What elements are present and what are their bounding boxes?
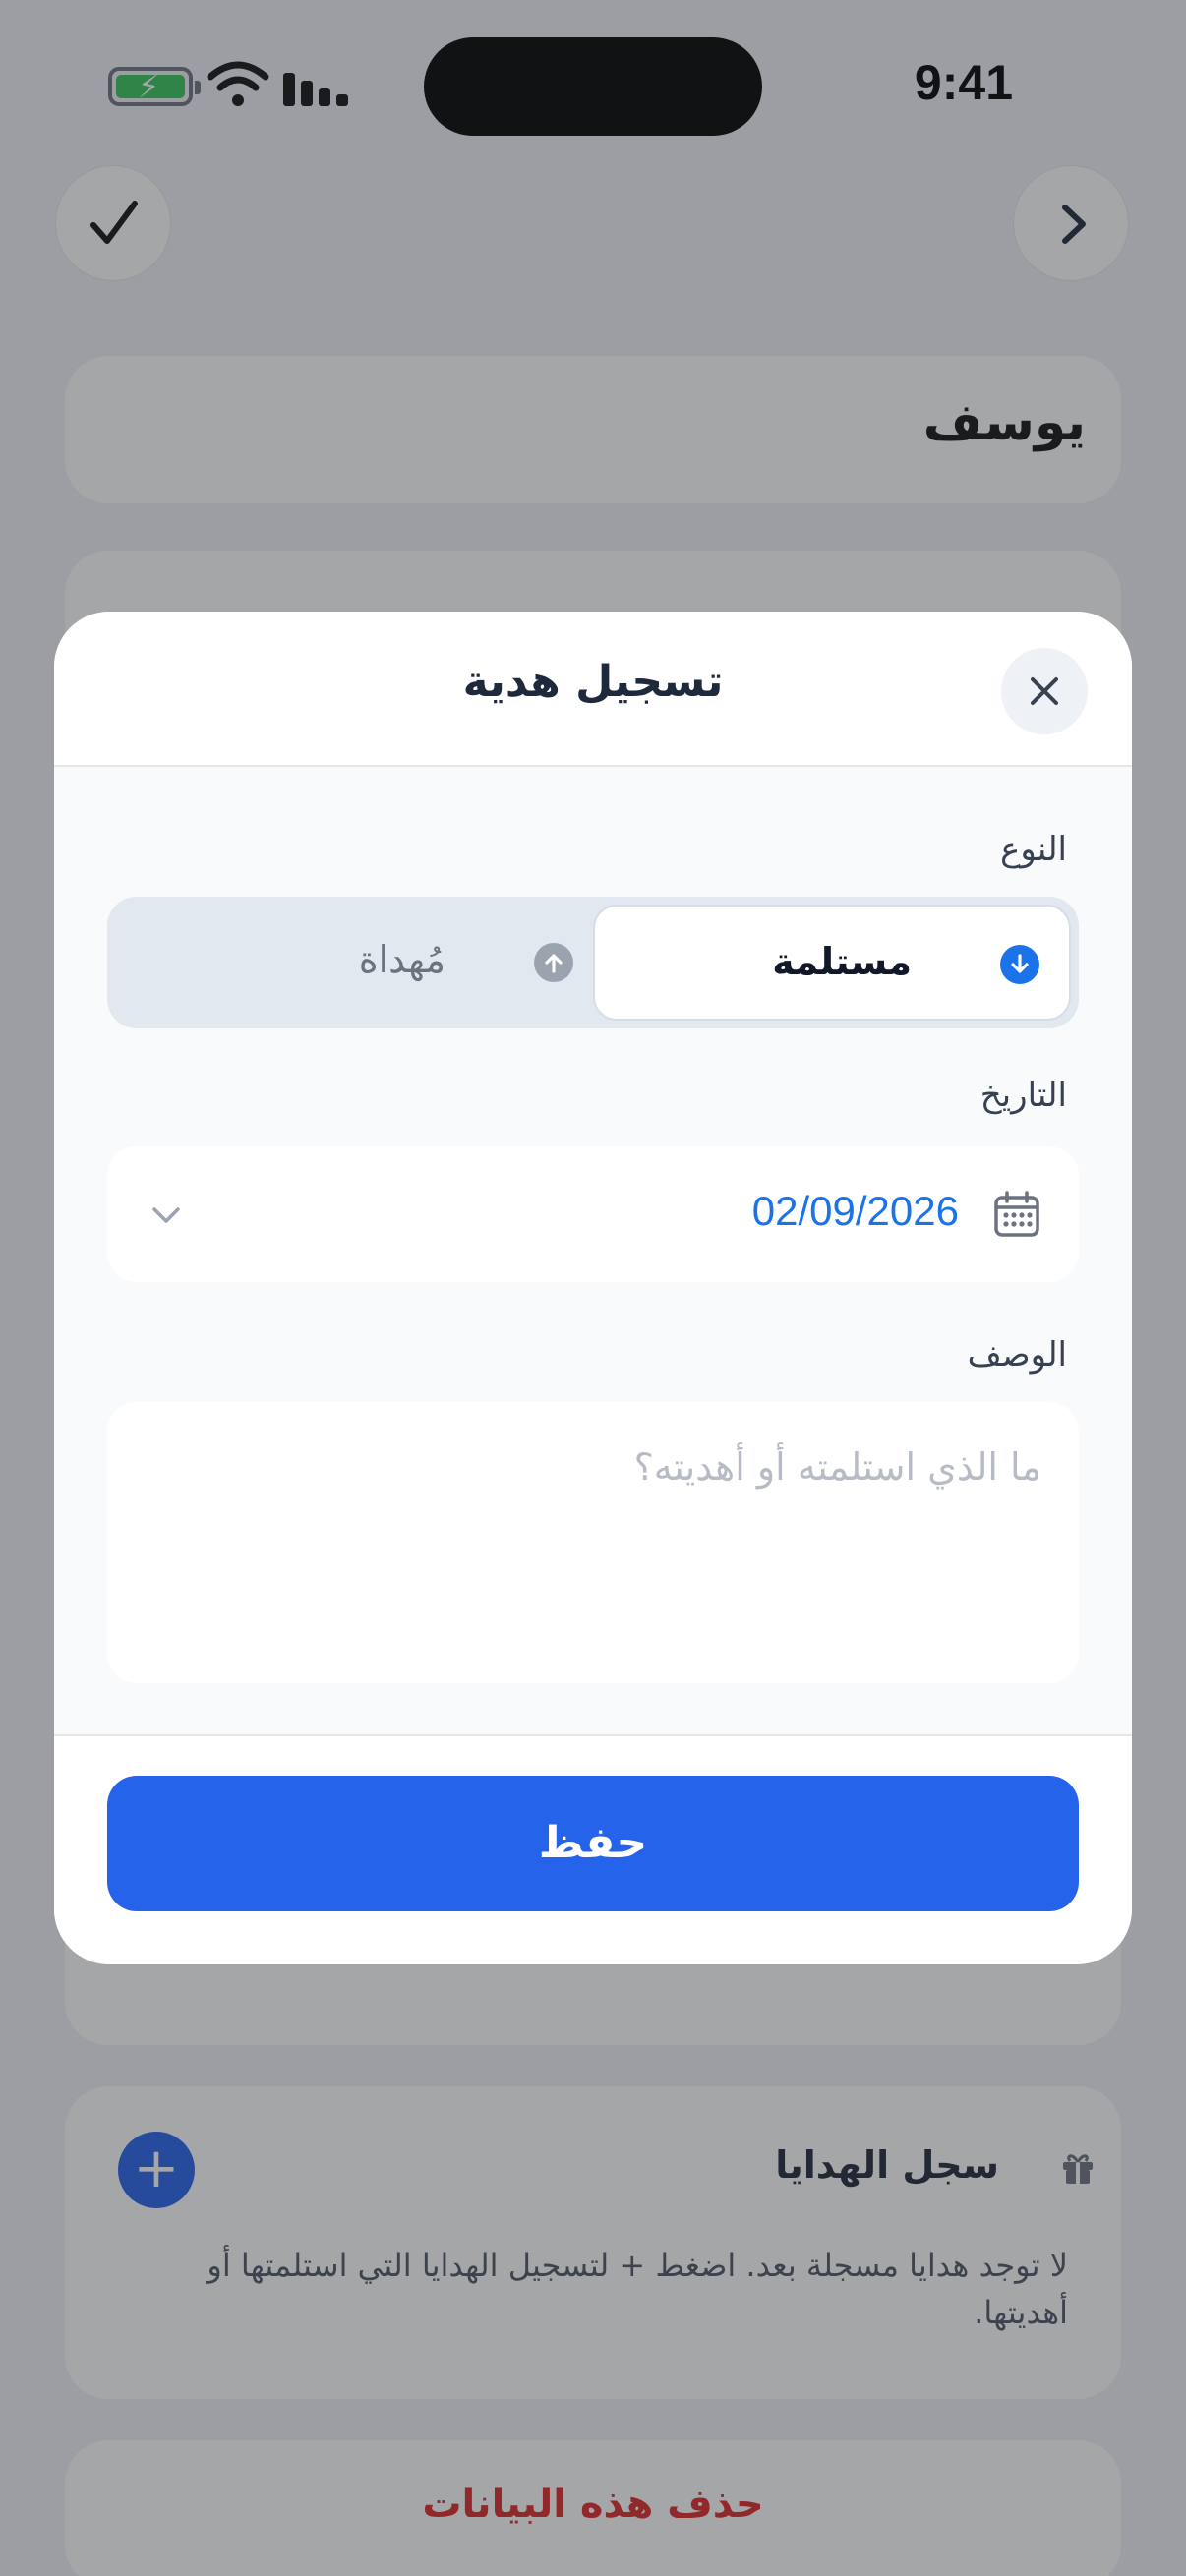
record-gift-modal: تسجيل هدية النوع مستلمة مُهداة التاريخ 0… — [54, 612, 1132, 1964]
type-option-given[interactable]: مُهداة — [115, 905, 593, 1021]
description-input[interactable] — [107, 1402, 1079, 1683]
gift-type-selector: مستلمة مُهداة — [107, 897, 1079, 1028]
arrow-up-circle-icon — [534, 943, 573, 982]
modal-title: تسجيل هدية — [462, 657, 724, 707]
close-button[interactable] — [1001, 648, 1088, 734]
arrow-down-circle-icon — [1000, 945, 1039, 984]
type-label: النوع — [1000, 830, 1067, 869]
description-label: الوصف — [967, 1335, 1067, 1375]
type-option-received[interactable]: مستلمة — [593, 905, 1071, 1021]
modal-header: تسجيل هدية — [54, 612, 1132, 767]
type-option-label: مُهداة — [358, 938, 445, 981]
modal-footer: حفظ — [54, 1734, 1132, 1964]
date-picker[interactable]: 02/09/2026 — [107, 1146, 1079, 1282]
calendar-icon — [994, 1191, 1039, 1237]
close-icon — [1031, 677, 1058, 705]
date-value: 02/09/2026 — [751, 1188, 959, 1234]
date-label: التاريخ — [979, 1076, 1067, 1115]
chevron-down-icon — [152, 1207, 180, 1223]
save-button[interactable]: حفظ — [107, 1776, 1079, 1911]
type-option-label: مستلمة — [772, 940, 912, 983]
